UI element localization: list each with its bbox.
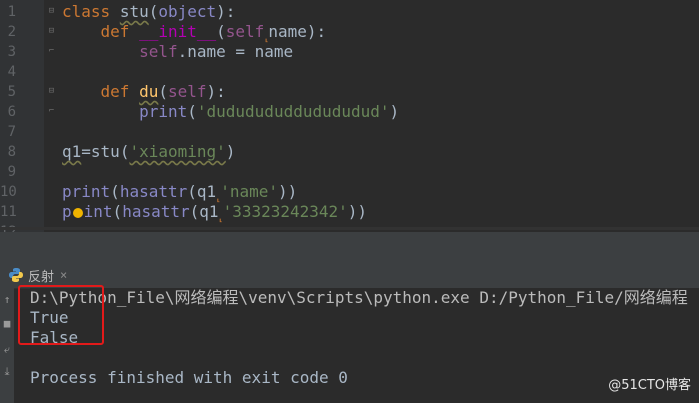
- code-line-11: p int(hasattr(q1⸤'33323242342')): [62, 202, 367, 229]
- paren: (: [110, 182, 120, 201]
- builtin-print: print: [139, 102, 188, 121]
- code-line-6: print('dududududdudududud'): [62, 102, 399, 122]
- line-number: 6: [7, 104, 16, 120]
- line-number: 4: [7, 64, 16, 80]
- line-number: 11: [0, 204, 17, 220]
- args: (q1: [189, 202, 219, 221]
- paren: (: [112, 202, 123, 221]
- string-literal: 'name': [220, 182, 278, 201]
- call-name: stu: [90, 142, 120, 161]
- splitter[interactable]: [0, 232, 699, 262]
- run-tool-window: 反射 × ↑ ■ ⤶ ⤓ D:\Python_File\网络编程\venv\Sc…: [0, 232, 699, 403]
- string-literal: 'dududududdudududud': [196, 102, 390, 121]
- tab-label: 反射: [28, 269, 55, 285]
- line-number: 5: [7, 84, 16, 100]
- paren: )): [347, 202, 368, 221]
- string-literal: '33323242342': [222, 202, 348, 221]
- paren: (: [216, 22, 226, 41]
- fold-end-icon[interactable]: ⌐: [46, 106, 57, 117]
- base-class: object: [158, 2, 217, 21]
- editor-divider: [0, 227, 699, 230]
- paren: ): [225, 142, 236, 161]
- fold-marker-icon[interactable]: ⊟: [46, 86, 57, 97]
- paren: (: [119, 142, 130, 161]
- punct: ):: [306, 22, 327, 41]
- paren: (: [158, 82, 168, 101]
- builtin-print-part: int: [83, 202, 113, 221]
- intention-bulb-icon[interactable]: [72, 208, 83, 218]
- soft-wrap-icon[interactable]: ⤶: [1, 344, 13, 356]
- paren: (: [148, 2, 159, 21]
- tab-run-config[interactable]: 反射 ×: [8, 264, 67, 286]
- param: name: [268, 22, 307, 41]
- builtin-print: print: [62, 182, 111, 201]
- fold-marker-icon[interactable]: ⊟: [46, 6, 57, 17]
- paren: ): [389, 102, 400, 121]
- line-number: 8: [7, 144, 16, 160]
- keyword-def: def: [100, 82, 130, 101]
- run-side-toolbar: ↑ ■ ⤶ ⤓: [0, 288, 14, 403]
- method-name: __init__: [139, 22, 217, 41]
- line-number: 1: [7, 4, 16, 20]
- code-line-3: self.name = name: [62, 42, 293, 62]
- arrow-up-icon[interactable]: ↑: [1, 294, 13, 306]
- watermark: @51CTO博客: [608, 378, 691, 393]
- keyword-class: class: [62, 2, 111, 21]
- punct: ):: [206, 82, 226, 101]
- stop-icon[interactable]: ■: [1, 318, 13, 330]
- code-line-5: def du(self):: [62, 82, 226, 102]
- line-number-gutter[interactable]: 1 2 3 4 5 6 7 8 9 10 11 12: [0, 0, 44, 232]
- method-name: du: [139, 82, 159, 101]
- line-number: 7: [7, 124, 16, 140]
- run-tab-bar: 反射 ×: [0, 262, 699, 289]
- line-number: 9: [7, 164, 16, 180]
- code-line-1: class stu(object):: [62, 2, 235, 22]
- args: (q1: [187, 182, 217, 201]
- paren: (: [187, 102, 197, 121]
- scroll-to-end-icon[interactable]: ⤓: [1, 366, 13, 378]
- punct: ):: [216, 2, 236, 21]
- console-exit-message: Process finished with exit code 0: [30, 368, 348, 387]
- fold-end-icon[interactable]: ⌐: [46, 46, 57, 57]
- builtin-hasattr: hasattr: [119, 182, 188, 201]
- self-ref: self: [139, 42, 178, 61]
- code-editor[interactable]: 1 2 3 4 5 6 7 8 9 10 11 12 ⊟ ⊟ ⌐ ⊟ ⌐ cla…: [0, 0, 699, 232]
- statement: .name = name: [177, 42, 294, 61]
- highlight-annotation-box: [18, 285, 104, 345]
- python-icon: [9, 268, 23, 282]
- line-number: 3: [7, 44, 16, 60]
- builtin-print-part: p: [62, 202, 72, 221]
- line-number: 2: [7, 24, 16, 40]
- string-literal: 'xiaoming': [129, 142, 226, 161]
- paren: )): [277, 182, 298, 201]
- self-param: self: [167, 82, 207, 101]
- fold-marker-icon[interactable]: ⊟: [46, 26, 57, 37]
- class-name: stu: [119, 2, 149, 21]
- builtin-hasattr: hasattr: [122, 202, 190, 221]
- console-command: D:\Python_File\网络编程\venv\Scripts\python.…: [30, 288, 688, 307]
- operator: =: [81, 142, 91, 161]
- code-line-8: q1=stu('xiaoming'): [62, 142, 235, 162]
- console-output[interactable]: D:\Python_File\网络编程\venv\Scripts\python.…: [30, 288, 699, 403]
- variable: q1: [62, 142, 82, 161]
- close-icon[interactable]: ×: [60, 268, 67, 282]
- line-number: 10: [0, 184, 17, 200]
- self-param: self: [225, 22, 265, 41]
- keyword-def: def: [100, 22, 130, 41]
